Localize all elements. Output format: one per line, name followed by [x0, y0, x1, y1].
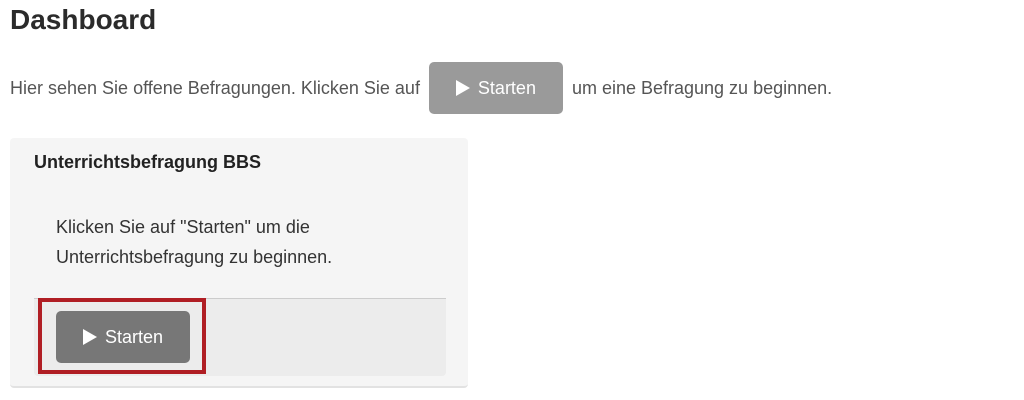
- start-survey-button-label: Starten: [104, 326, 164, 347]
- page-title: Dashboard: [10, 4, 157, 35]
- survey-card-footer: Starten: [34, 298, 446, 376]
- inline-start-button: Starten: [428, 62, 563, 114]
- survey-card-description: Klicken Sie auf "Starten" um die Unterri…: [56, 217, 333, 267]
- survey-card: Unterrichtsbefragung BBS Klicken Sie auf…: [10, 138, 468, 388]
- inline-start-label: Starten: [477, 77, 536, 98]
- intro-text: Hier sehen Sie offene Befragungen. Klick…: [10, 62, 832, 114]
- play-icon: [82, 329, 97, 345]
- play-icon: [455, 80, 470, 96]
- intro-text-after: um eine Befragung zu beginnen.: [571, 77, 833, 98]
- survey-card-title: Unterrichtsbefragung BBS: [34, 152, 262, 172]
- dashboard-page: Dashboard Hier sehen Sie offene Befragun…: [0, 0, 1024, 400]
- start-survey-button[interactable]: Starten: [56, 311, 190, 363]
- intro-text-before: Hier sehen Sie offene Befragungen. Klick…: [10, 77, 420, 98]
